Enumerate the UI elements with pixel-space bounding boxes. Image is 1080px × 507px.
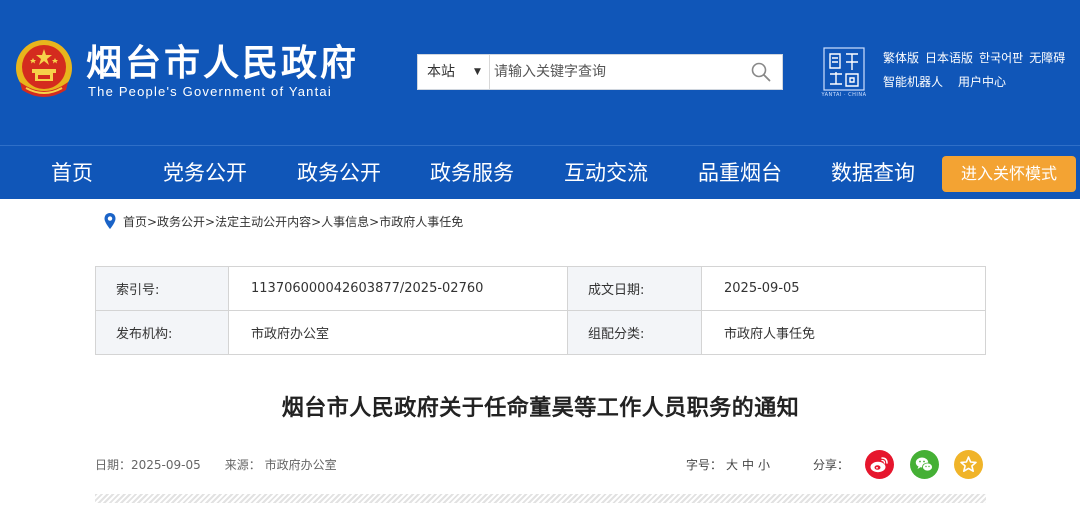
article-title: 烟台市人民政府关于任命董昊等工作人员职务的通知 [281,396,800,421]
search-scope-select[interactable]: 本站 ▼ [418,55,490,89]
search-scope-label: 本站 [427,64,455,80]
korean-link[interactable]: 한국어판 [979,51,1023,65]
nav-item-government-services[interactable]: 政务服务 [430,146,514,200]
caret-down-icon: ▼ [474,67,481,77]
yantai-brand-logo-icon[interactable] [822,46,866,96]
date-value: 2025-09-05 [701,266,986,311]
content-divider [95,494,986,503]
breadcrumb: 首页>政务公开>法定主动公开内容>人事信息>市政府人事任免 [103,212,463,232]
nav-item-party-affairs[interactable]: 党务公开 [163,146,247,200]
utility-links-row2: 智能机器人 用户中心 [883,73,1021,90]
article-source: 来源： 市政府办公室 [224,458,337,472]
accessibility-link[interactable]: 无障碍 [1029,51,1065,65]
share-wechat-button[interactable] [910,450,939,479]
star-icon [960,456,977,473]
document-info-table: 索引号: 113706000042603877/2025-02760 成文日期:… [95,266,986,355]
category-label: 组配分类: [567,310,702,355]
article-meta: 日期：2025-09-05 来源： 市政府办公室 [95,456,341,473]
main-nav: 首页 党务公开 政务公开 政务服务 互动交流 品重烟台 数据查询 进入关怀模式 [0,145,1080,199]
traditional-chinese-link[interactable]: 繁体版 [883,51,919,65]
index-label: 索引号: [95,266,229,311]
nav-item-home[interactable]: 首页 [51,146,93,200]
utility-links: 繁体版 日本语版 한국어판 无障碍 [883,51,1073,65]
search-input[interactable] [494,55,734,89]
care-mode-button[interactable]: 进入关怀模式 [942,156,1076,192]
article-date: 日期：2025-09-05 [95,458,201,472]
org-label: 发布机构: [95,310,229,355]
font-size-large[interactable]: 大 [726,458,738,472]
site-title[interactable]: 烟台市人民政府 [86,42,359,86]
font-size-small[interactable]: 小 [758,458,770,472]
user-center-link[interactable]: 用户中心 [958,73,1006,90]
nav-item-interaction[interactable]: 互动交流 [564,146,648,200]
site-subtitle: The People's Government of Yantai [88,84,332,99]
date-label: 成文日期: [567,266,702,311]
nav-item-data-query[interactable]: 数据查询 [831,146,915,200]
index-value: 113706000042603877/2025-02760 [228,266,568,311]
category-value: 市政府人事任免 [701,310,986,355]
search-bar: 本站 ▼ [417,54,783,90]
nav-item-yantai[interactable]: 品重烟台 [698,146,782,200]
font-size-control: 字号：大中小 [686,456,770,473]
share-label: 分享： [813,458,850,472]
chat-robot-link[interactable]: 智能机器人 [883,73,943,90]
brand-logo-caption: YANTAI · CHINA [821,92,867,98]
share-weibo-button[interactable] [865,450,894,479]
weibo-icon [870,457,888,473]
nav-item-government-affairs[interactable]: 政务公开 [297,146,381,200]
breadcrumb-path[interactable]: 首页>政务公开>法定主动公开内容>人事信息>市政府人事任免 [123,215,463,229]
japanese-link[interactable]: 日本语版 [925,51,973,65]
wechat-icon [915,457,933,472]
site-header: 烟台市人民政府 The People's Government of Yanta… [0,0,1080,145]
font-size-medium[interactable]: 中 [742,458,754,472]
location-pin-icon [104,213,116,229]
national-emblem-icon[interactable] [14,38,74,102]
share-favorite-button[interactable] [954,450,983,479]
font-size-label: 字号： [686,458,723,472]
search-icon[interactable] [750,61,772,83]
org-value: 市政府办公室 [228,310,568,355]
